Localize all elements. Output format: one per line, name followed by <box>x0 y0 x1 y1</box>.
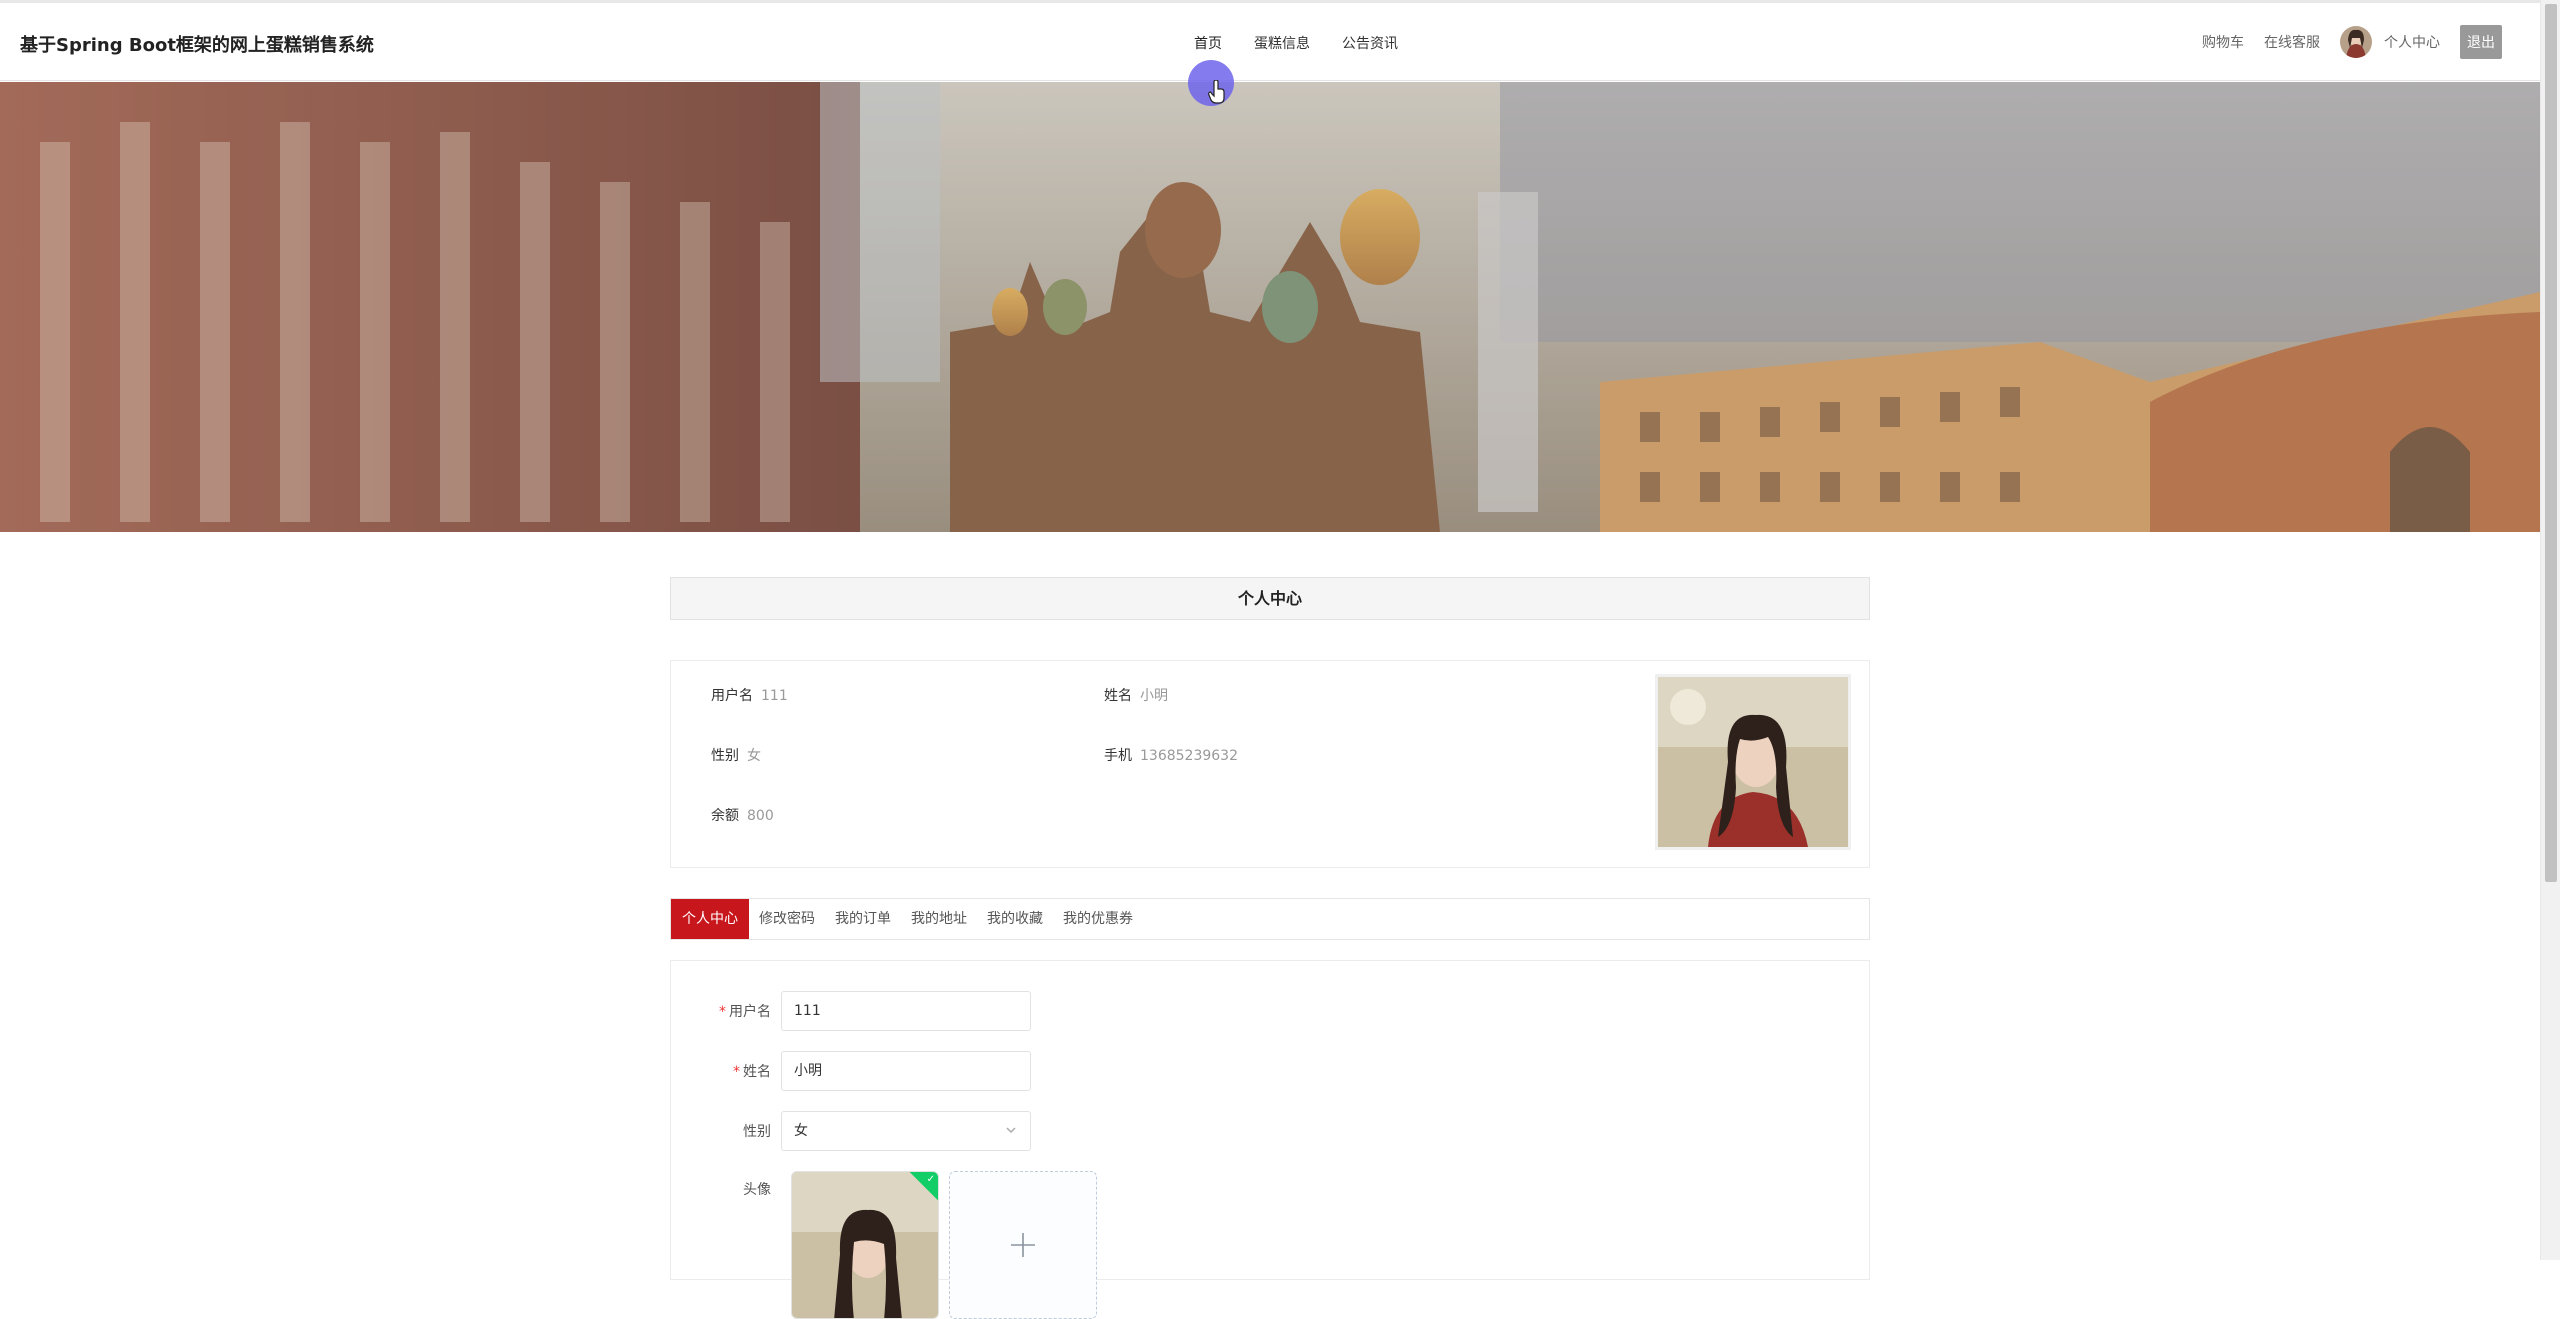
gender-select[interactable]: 女 <box>781 1111 1031 1151</box>
avatar-upload: ✓ <box>791 1171 1097 1319</box>
info-phone: 手机 13685239632 <box>1104 745 1238 765</box>
username-input[interactable]: 111 <box>781 991 1031 1031</box>
form-name-label-text: 姓名 <box>743 1064 771 1080</box>
info-balance-label: 余额 <box>711 808 739 824</box>
check-icon: ✓ <box>926 1174 935 1185</box>
name-input[interactable]: 小明 <box>781 1051 1031 1091</box>
form-name-label: * 姓名 <box>671 1061 781 1081</box>
form-gender-label: 性别 <box>743 1124 771 1140</box>
info-gender-value: 女 <box>747 748 761 764</box>
chevron-down-icon <box>1006 1127 1016 1134</box>
profile-tabs: 个人中心 修改密码 我的订单 我的地址 我的收藏 我的优惠券 <box>670 898 1870 940</box>
uploaded-avatar[interactable]: ✓ <box>791 1171 939 1319</box>
user-info-card: 用户名 111 姓名 小明 性别女 手机 13685239632 余额 800 <box>670 660 1870 868</box>
upload-add-button[interactable] <box>949 1171 1097 1319</box>
required-mark: * <box>719 1004 726 1020</box>
tab-my-orders[interactable]: 我的订单 <box>825 899 901 939</box>
info-phone-label: 手机 <box>1104 748 1132 764</box>
tab-my-favorites[interactable]: 我的收藏 <box>977 899 1053 939</box>
info-gender-label: 性别 <box>711 748 739 764</box>
avatar[interactable] <box>2340 26 2372 58</box>
logout-button[interactable]: 退出 <box>2460 25 2502 59</box>
gender-select-value: 女 <box>794 1123 808 1139</box>
nav-home[interactable]: 首页 <box>1194 33 1222 53</box>
info-balance-value: 800 <box>747 808 774 824</box>
top-header: 基于Spring Boot框架的网上蛋糕销售系统 首页 蛋糕信息 公告资讯 购物… <box>0 3 2540 81</box>
banner-carousel[interactable] <box>0 82 2540 532</box>
hand-cursor-icon <box>1208 80 1225 104</box>
tab-my-address[interactable]: 我的地址 <box>901 899 977 939</box>
nav-news[interactable]: 公告资讯 <box>1342 33 1398 53</box>
form-username-label: * 用户名 <box>671 1001 781 1021</box>
site-title: 基于Spring Boot框架的网上蛋糕销售系统 <box>20 35 374 56</box>
user-bar: 购物车 在线客服 个人中心 退出 <box>2202 25 2502 59</box>
form-row-avatar: 头像 <box>671 1179 781 1199</box>
profile-form: * 用户名 111 * 姓名 小明 性别 女 头像 ✓ <box>670 960 1870 1319</box>
tab-my-coupons[interactable]: 我的优惠券 <box>1053 899 1143 939</box>
tab-profile[interactable]: 个人中心 <box>671 899 749 939</box>
required-mark: * <box>733 1064 740 1080</box>
tab-change-password[interactable]: 修改密码 <box>749 899 825 939</box>
cart-link[interactable]: 购物车 <box>2202 32 2244 52</box>
profile-photo <box>1655 674 1851 850</box>
main-nav: 首页 蛋糕信息 公告资讯 <box>1194 33 1398 53</box>
form-row-username: * 用户名 111 <box>671 991 1031 1031</box>
scrollbar-thumb[interactable] <box>2545 4 2557 882</box>
form-username-label-text: 用户名 <box>729 1004 771 1020</box>
nav-cake-info[interactable]: 蛋糕信息 <box>1254 33 1310 53</box>
info-phone-value: 13685239632 <box>1140 748 1238 764</box>
online-service-link[interactable]: 在线客服 <box>2264 32 2320 52</box>
banner-image <box>0 82 2540 532</box>
info-username-label: 用户名 <box>711 688 753 704</box>
info-name: 姓名 小明 <box>1104 685 1168 705</box>
info-username-value: 111 <box>761 688 788 704</box>
form-row-name: * 姓名 小明 <box>671 1051 1031 1091</box>
plus-icon <box>1011 1233 1035 1257</box>
page-title: 个人中心 <box>670 577 1870 620</box>
page-scrollbar[interactable] <box>2540 0 2560 1260</box>
form-avatar-label: 头像 <box>743 1182 771 1198</box>
info-name-value: 小明 <box>1140 688 1168 704</box>
info-gender: 性别女 <box>711 745 761 765</box>
info-balance: 余额 800 <box>711 805 774 825</box>
form-row-gender: 性别 女 <box>671 1111 1031 1151</box>
info-name-label: 姓名 <box>1104 688 1132 704</box>
info-username: 用户名 111 <box>711 685 788 705</box>
profile-link[interactable]: 个人中心 <box>2384 32 2440 52</box>
